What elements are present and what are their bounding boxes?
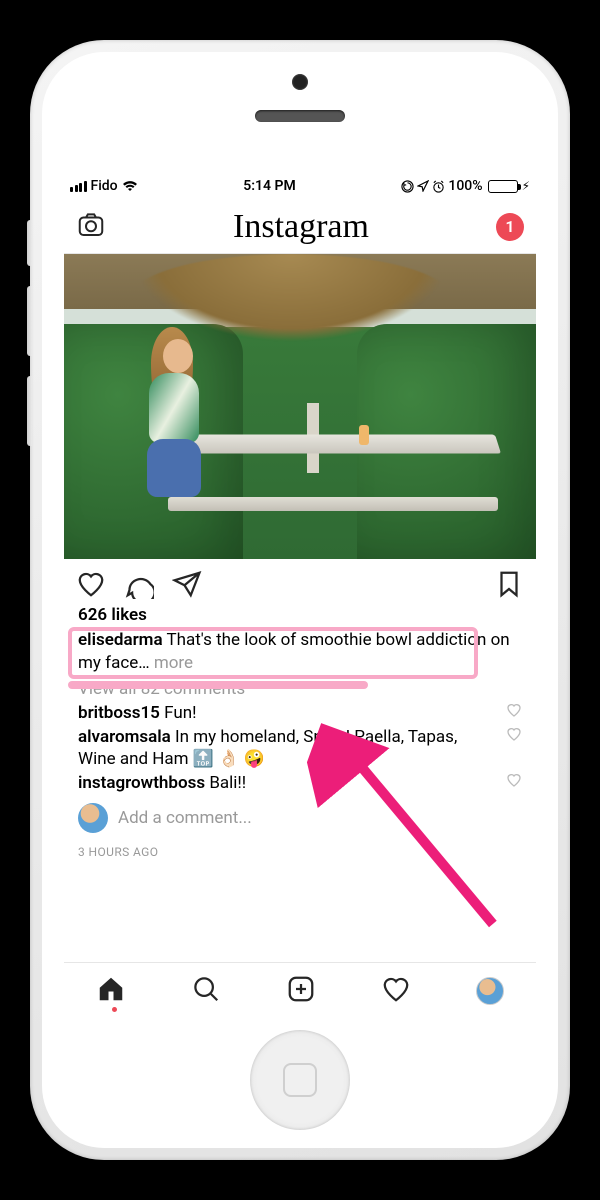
status-bar: Fido 5:14 PM 100%	[64, 172, 536, 200]
comment-row: instagrowthboss Bali!!	[64, 771, 536, 795]
like-comment-icon[interactable]	[506, 772, 522, 794]
wifi-icon	[122, 180, 138, 192]
more-link[interactable]: more	[154, 653, 193, 673]
likes-count[interactable]: 626 likes	[64, 605, 536, 629]
comment-row: alvaromsala In my homeland, Spain! Paell…	[64, 725, 536, 771]
comment-icon[interactable]	[124, 569, 154, 603]
tab-indicator-dot	[112, 1007, 117, 1012]
app-logo: Instagram	[233, 208, 369, 246]
clock: 5:14 PM	[243, 178, 296, 194]
tab-new-post-icon[interactable]	[286, 974, 316, 1008]
alarm-icon	[432, 180, 445, 193]
share-icon[interactable]	[172, 569, 202, 603]
like-icon[interactable]	[76, 569, 106, 603]
add-comment-placeholder: Add a comment...	[118, 808, 252, 828]
tab-home-icon[interactable]	[96, 974, 126, 1008]
phone-frame: Fido 5:14 PM 100%	[30, 40, 570, 1160]
notification-badge[interactable]: 1	[496, 213, 524, 241]
add-comment[interactable]: Add a comment...	[64, 795, 536, 841]
like-comment-icon[interactable]	[506, 702, 522, 724]
caption: elisedarma That's the look of smoothie b…	[64, 629, 536, 675]
feed: 626 likes elisedarma That's the look of …	[64, 254, 536, 962]
comment-username[interactable]: britboss15	[78, 703, 160, 723]
view-all-comments[interactable]: View all 82 comments	[64, 675, 536, 701]
side-button	[27, 220, 32, 266]
caption-username[interactable]: elisedarma	[78, 630, 163, 650]
camera-icon[interactable]	[76, 210, 106, 244]
battery-icon	[488, 180, 518, 193]
tab-profile-avatar[interactable]	[476, 977, 504, 1005]
like-comment-icon[interactable]	[506, 726, 522, 748]
post-image[interactable]	[64, 254, 536, 559]
charging-icon: ⚡︎	[522, 179, 530, 193]
battery-pct: 100%	[448, 178, 482, 194]
comment-text: Bali!!	[209, 773, 246, 793]
tab-bar	[64, 962, 536, 1018]
timestamp: 3 HOURS AGO	[64, 841, 536, 867]
speaker-grille	[255, 110, 345, 122]
comment-text: Fun!	[164, 703, 196, 723]
carrier-label: Fido	[91, 178, 118, 194]
rotation-lock-icon	[401, 180, 414, 193]
comment-username[interactable]: alvaromsala	[78, 727, 171, 747]
tab-search-icon[interactable]	[191, 974, 221, 1008]
avatar	[78, 803, 108, 833]
phone-bezel: Fido 5:14 PM 100%	[42, 52, 558, 1148]
screen: Fido 5:14 PM 100%	[64, 172, 536, 1018]
side-button	[27, 286, 32, 356]
bookmark-icon[interactable]	[494, 569, 524, 603]
location-icon	[417, 180, 429, 192]
home-button[interactable]	[250, 1030, 350, 1130]
app-header: Instagram 1	[64, 200, 536, 254]
comment-username[interactable]: instagrowthboss	[78, 773, 205, 793]
post-actions	[64, 559, 536, 605]
signal-icon	[70, 181, 87, 192]
tab-activity-icon[interactable]	[381, 974, 411, 1008]
comment-row: britboss15 Fun!	[64, 701, 536, 725]
side-button	[27, 376, 32, 446]
